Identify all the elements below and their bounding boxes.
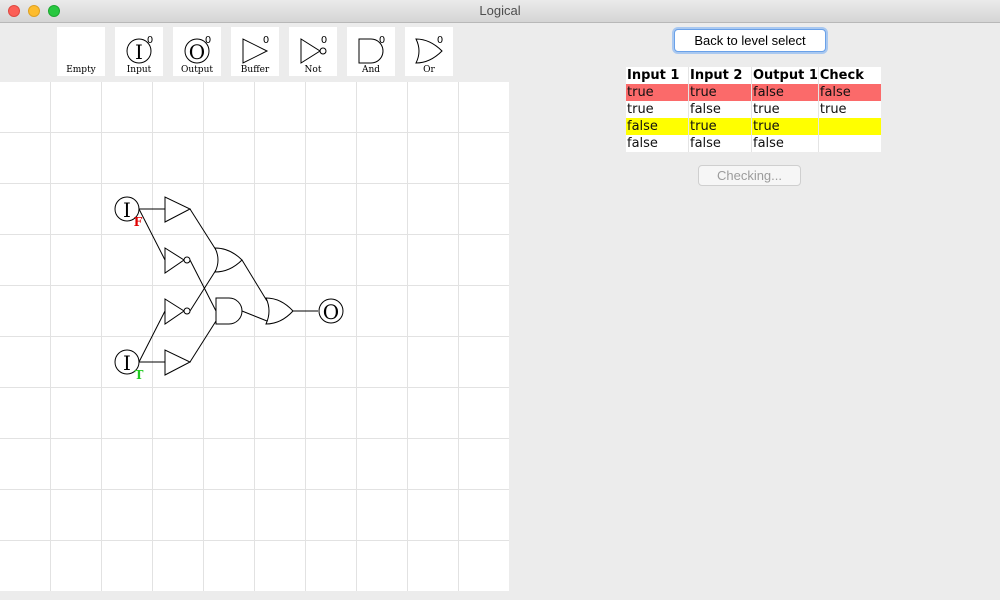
and-gate-1[interactable] xyxy=(215,297,243,325)
header-output-1: Output 1 xyxy=(751,67,819,84)
header-input-2: Input 2 xyxy=(688,67,752,84)
table-cell: true xyxy=(626,84,689,101)
palette-empty[interactable]: Empty xyxy=(57,27,105,76)
truth-table: Input 1 Input 2 Output 1 Check true true… xyxy=(626,67,881,152)
table-cell: true xyxy=(688,118,752,135)
input-2-state: T xyxy=(135,368,144,382)
palette-output[interactable]: O 0 Output xyxy=(173,27,221,76)
header-check: Check xyxy=(818,67,881,84)
or-gate-1[interactable] xyxy=(214,247,243,273)
table-cell: true xyxy=(751,101,819,118)
input-icon-glyph: I xyxy=(135,40,143,64)
table-cell: false xyxy=(626,135,689,152)
palette-not[interactable]: 0 Not xyxy=(289,27,337,76)
input-1-state: F xyxy=(134,215,143,229)
circuit-diagram: I F I T O xyxy=(0,82,509,591)
palette-or[interactable]: 0 Or xyxy=(405,27,453,76)
table-cell: false xyxy=(818,84,881,101)
canvas-grid xyxy=(0,82,509,591)
buffer-gate-2[interactable] xyxy=(164,349,192,376)
back-to-level-select-button[interactable]: Back to level select xyxy=(674,29,826,52)
palette-or-label: Or xyxy=(423,65,435,75)
table-cell: false xyxy=(626,118,689,135)
table-cell: true xyxy=(688,84,752,101)
table-cell: false xyxy=(751,135,819,152)
palette-empty-label: Empty xyxy=(66,65,96,75)
output-node-1[interactable]: O xyxy=(318,298,344,324)
buffer-gate-1[interactable] xyxy=(164,196,192,223)
input-node-1[interactable]: I F xyxy=(114,196,143,229)
table-row: false true true xyxy=(626,118,881,135)
output-icon-glyph: O xyxy=(189,40,205,64)
table-cell: true xyxy=(818,101,881,118)
palette-input[interactable]: I 0 Input xyxy=(115,27,163,76)
not-count: 0 xyxy=(321,35,327,46)
circuit-canvas[interactable]: I F I T O xyxy=(0,82,509,591)
palette-buffer-label: Buffer xyxy=(240,65,270,75)
palette-input-label: Input xyxy=(126,65,152,75)
table-cell: true xyxy=(751,118,819,135)
table-cell: true xyxy=(626,101,689,118)
table-cell: false xyxy=(751,84,819,101)
not-gate-2[interactable] xyxy=(164,298,191,325)
palette-output-label: Output xyxy=(181,65,213,75)
table-cell: false xyxy=(688,135,752,152)
and-count: 0 xyxy=(379,35,385,46)
checking-button[interactable]: Checking... xyxy=(698,165,801,186)
header-input-1: Input 1 xyxy=(626,67,689,84)
output-node-1-glyph: O xyxy=(323,300,339,324)
input-node-2[interactable]: I T xyxy=(114,349,144,382)
truth-table-header-row: Input 1 Input 2 Output 1 Check xyxy=(626,67,881,84)
input-node-1-glyph: I xyxy=(123,198,131,222)
or-gate-2[interactable] xyxy=(265,297,294,325)
table-cell: false xyxy=(688,101,752,118)
table-cell xyxy=(818,118,881,135)
palette-and[interactable]: 0 And xyxy=(347,27,395,76)
table-row: true true false false xyxy=(626,84,881,101)
table-row: false false false xyxy=(626,135,881,152)
window-title: Logical xyxy=(479,3,521,18)
window-titlebar: Logical xyxy=(0,0,1000,23)
input-count: 0 xyxy=(147,35,153,46)
table-cell xyxy=(818,135,881,152)
table-row: true false true true xyxy=(626,101,881,118)
palette-and-label: And xyxy=(361,65,381,75)
buffer-count: 0 xyxy=(263,35,269,46)
palette-buffer[interactable]: 0 Buffer xyxy=(231,27,279,76)
input-node-2-glyph: I xyxy=(123,351,131,375)
palette-not-label: Not xyxy=(304,65,322,75)
or-count: 0 xyxy=(437,35,443,46)
output-count: 0 xyxy=(205,35,211,46)
not-gate-1[interactable] xyxy=(164,247,191,274)
